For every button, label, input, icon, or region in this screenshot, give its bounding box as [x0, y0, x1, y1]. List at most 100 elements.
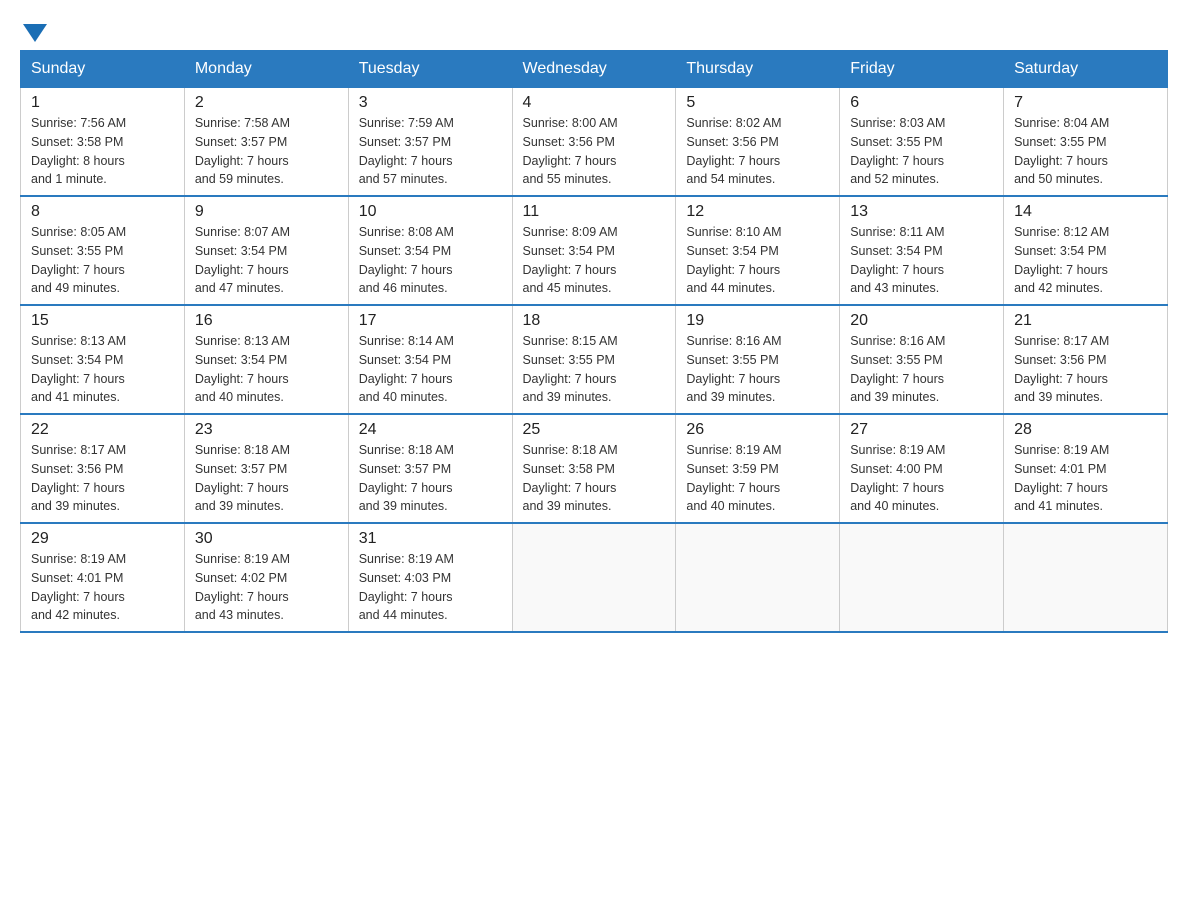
day-of-week-header: Friday	[840, 51, 1004, 87]
day-number: 3	[359, 94, 502, 112]
day-number: 18	[523, 312, 666, 330]
day-info: Sunrise: 8:10 AMSunset: 3:54 PMDaylight:…	[686, 223, 829, 298]
calendar-day-cell	[840, 523, 1004, 632]
day-info: Sunrise: 8:07 AMSunset: 3:54 PMDaylight:…	[195, 223, 338, 298]
day-number: 24	[359, 421, 502, 439]
day-info: Sunrise: 8:19 AMSunset: 4:02 PMDaylight:…	[195, 550, 338, 625]
day-info: Sunrise: 8:15 AMSunset: 3:55 PMDaylight:…	[523, 332, 666, 407]
calendar-week-row: 29 Sunrise: 8:19 AMSunset: 4:01 PMDaylig…	[21, 523, 1168, 632]
day-of-week-header: Wednesday	[512, 51, 676, 87]
calendar-day-cell: 31 Sunrise: 8:19 AMSunset: 4:03 PMDaylig…	[348, 523, 512, 632]
calendar-day-cell: 3 Sunrise: 7:59 AMSunset: 3:57 PMDayligh…	[348, 87, 512, 196]
day-number: 10	[359, 203, 502, 221]
day-info: Sunrise: 8:19 AMSunset: 4:00 PMDaylight:…	[850, 441, 993, 516]
calendar-day-cell: 20 Sunrise: 8:16 AMSunset: 3:55 PMDaylig…	[840, 305, 1004, 414]
day-number: 5	[686, 94, 829, 112]
day-header-row: SundayMondayTuesdayWednesdayThursdayFrid…	[21, 51, 1168, 87]
calendar-day-cell: 27 Sunrise: 8:19 AMSunset: 4:00 PMDaylig…	[840, 414, 1004, 523]
day-info: Sunrise: 7:58 AMSunset: 3:57 PMDaylight:…	[195, 114, 338, 189]
calendar-day-cell: 2 Sunrise: 7:58 AMSunset: 3:57 PMDayligh…	[184, 87, 348, 196]
day-info: Sunrise: 8:00 AMSunset: 3:56 PMDaylight:…	[523, 114, 666, 189]
calendar-day-cell	[676, 523, 840, 632]
day-info: Sunrise: 8:12 AMSunset: 3:54 PMDaylight:…	[1014, 223, 1157, 298]
day-number: 14	[1014, 203, 1157, 221]
calendar-table: SundayMondayTuesdayWednesdayThursdayFrid…	[20, 50, 1168, 633]
day-number: 27	[850, 421, 993, 439]
calendar-day-cell: 24 Sunrise: 8:18 AMSunset: 3:57 PMDaylig…	[348, 414, 512, 523]
calendar-day-cell: 1 Sunrise: 7:56 AMSunset: 3:58 PMDayligh…	[21, 87, 185, 196]
day-number: 29	[31, 530, 174, 548]
calendar-day-cell: 21 Sunrise: 8:17 AMSunset: 3:56 PMDaylig…	[1004, 305, 1168, 414]
day-of-week-header: Thursday	[676, 51, 840, 87]
day-number: 19	[686, 312, 829, 330]
day-number: 4	[523, 94, 666, 112]
day-info: Sunrise: 8:13 AMSunset: 3:54 PMDaylight:…	[31, 332, 174, 407]
day-info: Sunrise: 8:08 AMSunset: 3:54 PMDaylight:…	[359, 223, 502, 298]
day-info: Sunrise: 8:13 AMSunset: 3:54 PMDaylight:…	[195, 332, 338, 407]
calendar-day-cell: 10 Sunrise: 8:08 AMSunset: 3:54 PMDaylig…	[348, 196, 512, 305]
day-number: 31	[359, 530, 502, 548]
day-of-week-header: Sunday	[21, 51, 185, 87]
calendar-day-cell: 29 Sunrise: 8:19 AMSunset: 4:01 PMDaylig…	[21, 523, 185, 632]
calendar-day-cell	[512, 523, 676, 632]
day-number: 21	[1014, 312, 1157, 330]
calendar-day-cell: 16 Sunrise: 8:13 AMSunset: 3:54 PMDaylig…	[184, 305, 348, 414]
day-number: 28	[1014, 421, 1157, 439]
day-of-week-header: Saturday	[1004, 51, 1168, 87]
day-info: Sunrise: 8:19 AMSunset: 4:03 PMDaylight:…	[359, 550, 502, 625]
day-info: Sunrise: 8:17 AMSunset: 3:56 PMDaylight:…	[31, 441, 174, 516]
day-of-week-header: Tuesday	[348, 51, 512, 87]
day-info: Sunrise: 7:56 AMSunset: 3:58 PMDaylight:…	[31, 114, 174, 189]
day-info: Sunrise: 8:18 AMSunset: 3:57 PMDaylight:…	[195, 441, 338, 516]
calendar-day-cell: 15 Sunrise: 8:13 AMSunset: 3:54 PMDaylig…	[21, 305, 185, 414]
calendar-day-cell: 28 Sunrise: 8:19 AMSunset: 4:01 PMDaylig…	[1004, 414, 1168, 523]
day-number: 23	[195, 421, 338, 439]
calendar-day-cell: 25 Sunrise: 8:18 AMSunset: 3:58 PMDaylig…	[512, 414, 676, 523]
day-number: 1	[31, 94, 174, 112]
calendar-day-cell: 19 Sunrise: 8:16 AMSunset: 3:55 PMDaylig…	[676, 305, 840, 414]
day-number: 6	[850, 94, 993, 112]
day-number: 26	[686, 421, 829, 439]
day-info: Sunrise: 8:04 AMSunset: 3:55 PMDaylight:…	[1014, 114, 1157, 189]
day-info: Sunrise: 8:19 AMSunset: 4:01 PMDaylight:…	[31, 550, 174, 625]
day-number: 13	[850, 203, 993, 221]
day-info: Sunrise: 7:59 AMSunset: 3:57 PMDaylight:…	[359, 114, 502, 189]
calendar-day-cell: 17 Sunrise: 8:14 AMSunset: 3:54 PMDaylig…	[348, 305, 512, 414]
calendar-day-cell: 6 Sunrise: 8:03 AMSunset: 3:55 PMDayligh…	[840, 87, 1004, 196]
calendar-day-cell: 13 Sunrise: 8:11 AMSunset: 3:54 PMDaylig…	[840, 196, 1004, 305]
day-number: 17	[359, 312, 502, 330]
day-info: Sunrise: 8:16 AMSunset: 3:55 PMDaylight:…	[850, 332, 993, 407]
calendar-day-cell: 7 Sunrise: 8:04 AMSunset: 3:55 PMDayligh…	[1004, 87, 1168, 196]
day-number: 11	[523, 203, 666, 221]
calendar-day-cell: 22 Sunrise: 8:17 AMSunset: 3:56 PMDaylig…	[21, 414, 185, 523]
calendar-week-row: 22 Sunrise: 8:17 AMSunset: 3:56 PMDaylig…	[21, 414, 1168, 523]
day-info: Sunrise: 8:19 AMSunset: 4:01 PMDaylight:…	[1014, 441, 1157, 516]
calendar-day-cell: 14 Sunrise: 8:12 AMSunset: 3:54 PMDaylig…	[1004, 196, 1168, 305]
day-info: Sunrise: 8:16 AMSunset: 3:55 PMDaylight:…	[686, 332, 829, 407]
calendar-week-row: 15 Sunrise: 8:13 AMSunset: 3:54 PMDaylig…	[21, 305, 1168, 414]
page-header	[20, 20, 1168, 40]
calendar-day-cell: 18 Sunrise: 8:15 AMSunset: 3:55 PMDaylig…	[512, 305, 676, 414]
calendar-day-cell: 5 Sunrise: 8:02 AMSunset: 3:56 PMDayligh…	[676, 87, 840, 196]
calendar-day-cell: 30 Sunrise: 8:19 AMSunset: 4:02 PMDaylig…	[184, 523, 348, 632]
day-number: 8	[31, 203, 174, 221]
day-number: 9	[195, 203, 338, 221]
day-number: 30	[195, 530, 338, 548]
calendar-day-cell: 26 Sunrise: 8:19 AMSunset: 3:59 PMDaylig…	[676, 414, 840, 523]
day-info: Sunrise: 8:14 AMSunset: 3:54 PMDaylight:…	[359, 332, 502, 407]
calendar-day-cell: 23 Sunrise: 8:18 AMSunset: 3:57 PMDaylig…	[184, 414, 348, 523]
day-info: Sunrise: 8:19 AMSunset: 3:59 PMDaylight:…	[686, 441, 829, 516]
day-info: Sunrise: 8:02 AMSunset: 3:56 PMDaylight:…	[686, 114, 829, 189]
day-info: Sunrise: 8:11 AMSunset: 3:54 PMDaylight:…	[850, 223, 993, 298]
day-number: 25	[523, 421, 666, 439]
day-number: 2	[195, 94, 338, 112]
day-info: Sunrise: 8:05 AMSunset: 3:55 PMDaylight:…	[31, 223, 174, 298]
day-number: 20	[850, 312, 993, 330]
logo	[20, 20, 47, 40]
calendar-day-cell: 11 Sunrise: 8:09 AMSunset: 3:54 PMDaylig…	[512, 196, 676, 305]
day-info: Sunrise: 8:09 AMSunset: 3:54 PMDaylight:…	[523, 223, 666, 298]
day-number: 22	[31, 421, 174, 439]
calendar-day-cell: 8 Sunrise: 8:05 AMSunset: 3:55 PMDayligh…	[21, 196, 185, 305]
calendar-day-cell: 9 Sunrise: 8:07 AMSunset: 3:54 PMDayligh…	[184, 196, 348, 305]
calendar-day-cell: 4 Sunrise: 8:00 AMSunset: 3:56 PMDayligh…	[512, 87, 676, 196]
